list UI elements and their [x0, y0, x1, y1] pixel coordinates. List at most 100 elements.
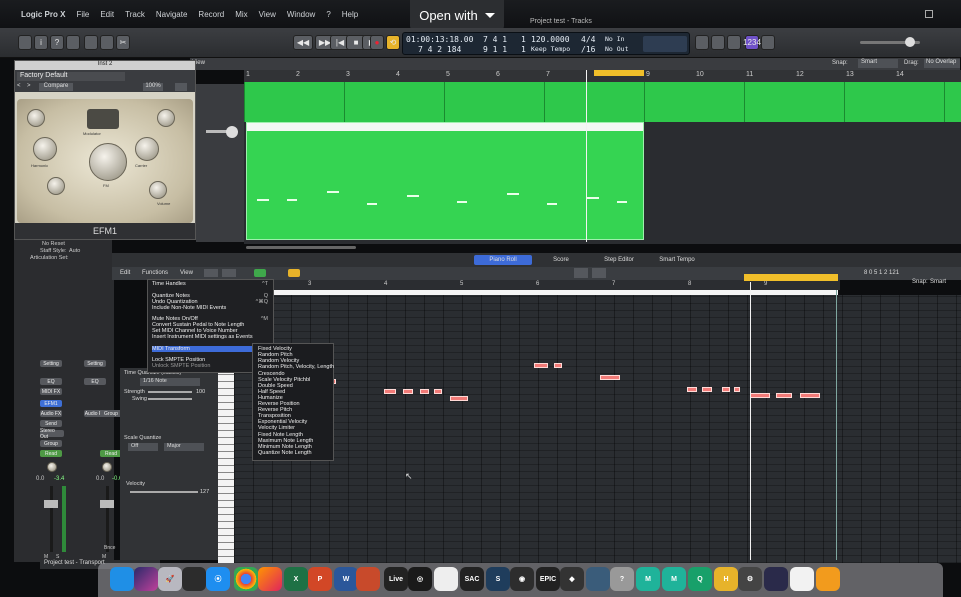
- strip-automation-read[interactable]: Read: [40, 450, 62, 457]
- strip-group-button[interactable]: Group: [40, 440, 62, 447]
- cycle-icon[interactable]: ⟲: [386, 35, 400, 50]
- zoom-select[interactable]: 100%: [143, 83, 163, 91]
- collapse-icon[interactable]: [288, 269, 300, 277]
- cpu-meter[interactable]: [643, 36, 687, 52]
- dock-davinci-icon[interactable]: S: [486, 567, 510, 591]
- fm-knob[interactable]: [89, 143, 127, 181]
- drag-select[interactable]: No Overlap: [924, 59, 960, 68]
- pointer-tool-icon[interactable]: [574, 268, 588, 278]
- midi-region[interactable]: [644, 82, 744, 122]
- previous-preset-icon[interactable]: <: [17, 83, 25, 91]
- playhead[interactable]: [586, 70, 587, 242]
- midi-note[interactable]: [734, 387, 740, 392]
- menu-item-time-handles[interactable]: Time Handles ^T: [152, 281, 272, 287]
- library-icon[interactable]: [18, 35, 32, 50]
- view-menu[interactable]: View: [180, 270, 193, 276]
- pr-playhead[interactable]: [750, 282, 751, 560]
- submenu-item[interactable]: Random Pitch, Velocity, Length: [258, 364, 334, 370]
- dock-screen-icon[interactable]: ⚙: [738, 567, 762, 591]
- lcd-display[interactable]: 01:00:13:18.00 7 4 1 1 7 4 2 184 9 1 1 1…: [402, 32, 690, 55]
- smart-controls-icon[interactable]: [84, 35, 98, 50]
- dock-unity-icon[interactable]: EPIC: [536, 567, 560, 591]
- tab-score[interactable]: Score: [532, 255, 590, 265]
- strength-slider[interactable]: [148, 391, 192, 393]
- dock-shazam-icon[interactable]: SAC: [460, 567, 484, 591]
- dock-sac-icon[interactable]: [434, 567, 458, 591]
- link-icon[interactable]: [222, 269, 236, 277]
- glide-knob[interactable]: [27, 109, 45, 127]
- compare-button[interactable]: Compare: [39, 83, 73, 91]
- menu-navigate[interactable]: Navigate: [156, 10, 188, 19]
- tab-piano-roll[interactable]: Piano Roll: [474, 255, 532, 265]
- selected-midi-region[interactable]: [246, 122, 644, 240]
- midi-note[interactable]: [800, 393, 820, 398]
- scale-root-select[interactable]: Off: [128, 443, 158, 451]
- dock-quicktime-icon[interactable]: [182, 567, 206, 591]
- dock-reaper-icon[interactable]: ◆: [560, 567, 584, 591]
- dock-ableton-live-icon[interactable]: [356, 567, 380, 591]
- midi-note[interactable]: [776, 393, 792, 398]
- tab-step-editor[interactable]: Step Editor: [590, 255, 648, 265]
- record-icon[interactable]: ●: [370, 35, 384, 50]
- dock-books-icon[interactable]: [816, 567, 840, 591]
- dock-safari-icon[interactable]: ⦿: [206, 567, 230, 591]
- pr-snap-value[interactable]: Smart: [930, 279, 946, 285]
- midi-note[interactable]: [722, 387, 730, 392]
- midi-note[interactable]: [434, 389, 442, 394]
- tuner-icon[interactable]: [711, 35, 725, 50]
- menu-app[interactable]: Logic Pro X: [21, 10, 65, 19]
- menu-mix[interactable]: Mix: [235, 10, 247, 19]
- menu-extra[interactable]: ?: [326, 10, 330, 19]
- midi-draw-icon[interactable]: [254, 269, 266, 277]
- pencil-tool-icon[interactable]: [592, 268, 606, 278]
- preset-select[interactable]: Factory Default: [17, 72, 125, 81]
- strip-output-button[interactable]: Stereo Out: [40, 428, 64, 440]
- mod-env-knob[interactable]: [47, 177, 65, 195]
- strip-eq-button[interactable]: EQ: [40, 378, 62, 385]
- menu-item-insert-instrument[interactable]: Insert Instrument MIDI settings as Event…: [152, 334, 272, 340]
- dock-powerpoint-icon[interactable]: P: [308, 567, 332, 591]
- volume-knob[interactable]: [149, 181, 167, 199]
- help-icon[interactable]: ?: [50, 35, 64, 50]
- dock-siri-icon[interactable]: [134, 567, 158, 591]
- midi-note[interactable]: [403, 389, 413, 394]
- track-headers[interactable]: [196, 84, 244, 242]
- menu-edit[interactable]: Edit: [100, 10, 114, 19]
- midi-region[interactable]: [544, 82, 644, 122]
- dock-finder-icon[interactable]: [110, 567, 134, 591]
- swing-slider[interactable]: [148, 398, 192, 400]
- dock-excel-icon[interactable]: X: [284, 567, 308, 591]
- menu-window[interactable]: Window: [287, 10, 315, 19]
- replace-icon[interactable]: [695, 35, 709, 50]
- midi-region[interactable]: [244, 82, 344, 122]
- dock-firefox-icon[interactable]: [258, 567, 282, 591]
- cycle-region[interactable]: [594, 70, 644, 76]
- submenu-item[interactable]: Velocity Limiter: [258, 425, 334, 431]
- strip-setting-button-2[interactable]: Setting: [84, 360, 106, 367]
- midi-region[interactable]: [444, 82, 544, 122]
- tracks-scrollbar[interactable]: [246, 246, 356, 249]
- submenu-item[interactable]: Quantize Note Length: [258, 450, 334, 456]
- strip-audio-fx-button[interactable]: Audio FX: [40, 410, 62, 417]
- dock-honda-icon[interactable]: Q: [688, 567, 712, 591]
- menu-record[interactable]: Record: [198, 10, 224, 19]
- tune-knob[interactable]: [157, 109, 175, 127]
- midi-note[interactable]: [702, 387, 712, 392]
- strip-automation-read-2[interactable]: Read: [100, 450, 122, 457]
- scale-type-select[interactable]: Major: [164, 443, 204, 451]
- dock-logic-icon[interactable]: Live: [384, 567, 408, 591]
- harmonic-knob[interactable]: [33, 137, 57, 161]
- toolbar-icon[interactable]: [66, 35, 80, 50]
- dock-qobuz-icon[interactable]: M: [662, 567, 686, 591]
- midi-region[interactable]: [344, 82, 444, 122]
- info-icon[interactable]: i: [34, 35, 48, 50]
- strip-setting-button[interactable]: Setting: [40, 360, 62, 367]
- solo-icon[interactable]: [727, 35, 741, 50]
- midi-note[interactable]: [450, 396, 468, 401]
- strip-eq-button-2[interactable]: EQ: [84, 378, 106, 385]
- dock-launchpad-icon[interactable]: 🚀: [158, 567, 182, 591]
- midi-note[interactable]: [600, 375, 620, 380]
- dock-chrome-icon[interactable]: [234, 567, 258, 591]
- snap-select[interactable]: Smart: [858, 59, 898, 68]
- velocity-slider[interactable]: [130, 491, 198, 493]
